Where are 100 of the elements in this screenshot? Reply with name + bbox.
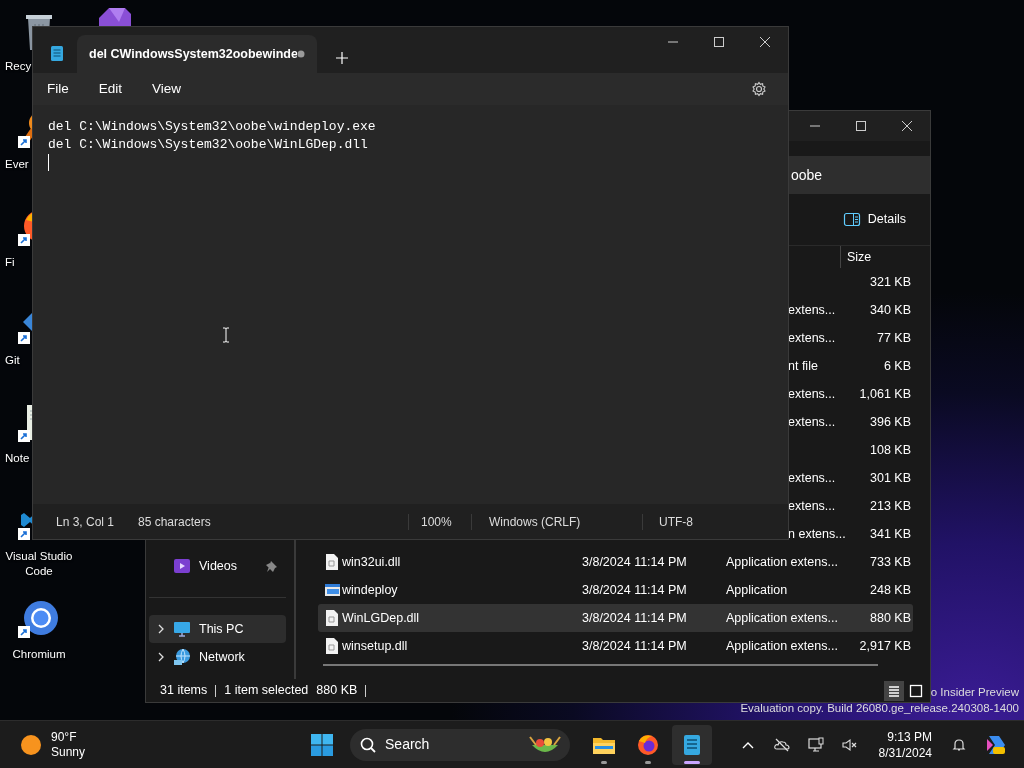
taskbar-app-button[interactable] (672, 724, 713, 765)
file-size: 733 KB (869, 553, 912, 571)
cloud-off-icon[interactable] (773, 736, 790, 753)
file-row[interactable]: WinLGDep.dll 3/8/2024 11:14 PM Application extens... 880 KB (318, 604, 913, 632)
icon-label: Git (4, 353, 20, 368)
file-type: Application extens... (726, 638, 838, 653)
file-size: 1,061 KB (858, 385, 912, 403)
close-icon (760, 37, 770, 47)
clock-date: 8/31/2024 (878, 744, 932, 761)
file-size: 108 KB (869, 441, 912, 459)
file-size: 248 KB (869, 581, 912, 599)
item-label: This PC (199, 620, 244, 638)
file-row[interactable]: windeploy 3/8/2024 11:14 PM Application 248 KB (318, 576, 913, 604)
minimize-icon (810, 125, 820, 127)
speaker-muted-icon[interactable] (841, 736, 858, 753)
file-type: nt file (788, 358, 818, 373)
sun-icon (20, 733, 42, 756)
chevron-icon (156, 652, 166, 662)
file-type: extens... (788, 470, 836, 485)
browser-icon (636, 732, 661, 757)
temperature: 90°F (51, 729, 78, 745)
menu-item[interactable]: Edit (89, 74, 132, 104)
file-icon (324, 609, 340, 627)
icon-label: Visual Studio Code (4, 549, 74, 579)
maximize-icon (714, 37, 724, 47)
column-header[interactable]: Size (847, 247, 872, 267)
address-field[interactable]: oobe (786, 156, 930, 194)
line-ending: Windows (CRLF) (489, 514, 581, 529)
computer-icon (173, 620, 191, 638)
selection-size: 880 KB (316, 682, 358, 700)
large-icons-view-icon (908, 682, 924, 699)
watermark-text: Evaluation copy. Build 26080.ge_release.240308-1400 (740, 702, 1019, 714)
icon-label: Recy (4, 59, 32, 74)
file-type: extens... (788, 386, 836, 401)
pin-icon (266, 560, 278, 572)
unsaved-dot-icon (297, 50, 305, 58)
weather-condition: Sunny (51, 744, 86, 760)
modified-date: 3/8/2024 11:14 PM (582, 610, 687, 625)
icon-label: Ever (4, 157, 29, 172)
encoding: UTF-8 (659, 514, 693, 529)
file-name: windeploy (342, 582, 398, 597)
menu-item[interactable]: View (143, 74, 191, 104)
file-type: n extens... (788, 526, 846, 541)
selection-info: 1 item selected (224, 682, 309, 700)
item-count: 31 items (160, 682, 208, 700)
item-label: Videos (199, 557, 237, 575)
text-line: del C:\Windows\System32\oobe\windeploy.exe (48, 118, 377, 136)
item-label: Network (199, 648, 245, 666)
file-size: 77 KB (875, 329, 912, 347)
menu-item[interactable]: File (38, 74, 78, 104)
plus-icon (336, 52, 348, 64)
zoom-level: 100% (421, 514, 452, 529)
app-window-icon (324, 581, 340, 599)
maximize-icon (856, 121, 866, 131)
icon-label: Fi (4, 255, 15, 270)
icon-label: Chromium (11, 647, 67, 662)
file-type: Application (726, 582, 788, 597)
bell-icon[interactable] (951, 736, 967, 753)
file-icon (324, 637, 340, 655)
file-size: 880 KB (869, 609, 912, 627)
character-count: 85 characters (138, 514, 211, 529)
search-box[interactable]: Search (350, 728, 571, 761)
sidebar-item[interactable]: This PC (149, 615, 286, 643)
watermark-text: o Insider Preview (930, 686, 1019, 698)
search-icon (360, 736, 377, 753)
file-icon (324, 553, 340, 571)
chevron-icon (156, 624, 166, 634)
icon-label: Note (4, 451, 30, 466)
weather-widget[interactable]: 90°F Sunny (0, 729, 86, 760)
modified-date: 3/8/2024 11:14 PM (582, 582, 687, 597)
file-name: WinLGDep.dll (342, 610, 420, 625)
text-editor[interactable]: del C:\Windows\System32\oobe\windeploy.exe del C:\Windows\System32\oobe\WinLGDep.dll (33, 105, 788, 504)
details-button[interactable]: Details (836, 206, 912, 233)
modified-date: 3/8/2024 11:14 PM (582, 554, 687, 569)
file-name: win32ui.dll (342, 554, 401, 569)
file-type: extens... (788, 498, 836, 513)
text-line: del C:\Windows\System32\oobe\WinLGDep.dll (48, 136, 369, 154)
sidebar-item[interactable]: Network (149, 643, 286, 671)
file-size: 301 KB (869, 469, 912, 487)
cursor-position: Ln 3, Col 1 (56, 514, 115, 529)
file-row[interactable]: win32ui.dll 3/8/2024 11:14 PM Application extens... 733 KB (318, 548, 913, 576)
video-folder-icon (173, 557, 191, 575)
file-size: 2,917 KB (858, 637, 912, 655)
file-type: Application extens... (726, 610, 838, 625)
file-size: 396 KB (869, 413, 912, 431)
file-size: 321 KB (869, 273, 912, 291)
windows-logo-icon (311, 733, 334, 756)
file-type: extens... (788, 302, 836, 317)
file-type: extens... (788, 414, 836, 429)
file-row[interactable]: winsetup.dll 3/8/2024 11:14 PM Application extens... 2,917 KB (318, 632, 913, 660)
monitor-icon[interactable] (807, 736, 824, 753)
gear-icon (751, 81, 767, 97)
view-toggle-button[interactable] (884, 680, 904, 701)
file-type: extens... (788, 330, 836, 345)
file-type: Application extens... (726, 554, 838, 569)
sidebar-item[interactable]: Videos (149, 552, 286, 580)
file-size: 213 KB (869, 497, 912, 515)
tab[interactable]: del CWindowsSystem32oobewinde (77, 35, 317, 73)
details-pane-icon (842, 211, 861, 228)
file-size: 6 KB (882, 357, 912, 375)
